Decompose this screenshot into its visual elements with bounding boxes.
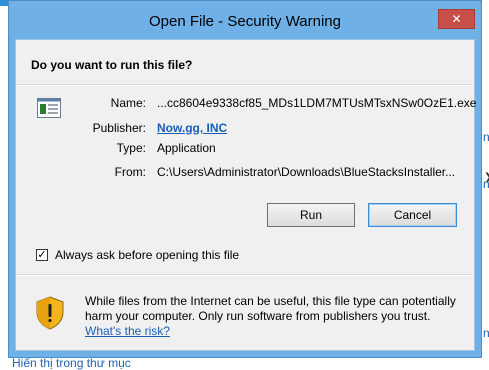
file-name-row: Name: ...cc8604e9338cf85_MDs1LDM7MTUsMTs… (16, 96, 477, 112)
security-warning-dialog: Open File - Security Warning ✕ Do you wa… (8, 0, 482, 358)
file-name-value: ...cc8604e9338cf85_MDs1LDM7MTUsMTsxNSw0O… (157, 96, 477, 110)
close-icon: ✕ (451, 12, 462, 26)
type-label: Type: (116, 141, 146, 155)
background-link-fragment: n (483, 326, 489, 340)
divider (16, 274, 474, 276)
run-button[interactable]: Run (267, 203, 355, 227)
always-ask-checkbox[interactable]: ✓ (36, 249, 48, 261)
always-ask-label[interactable]: Always ask before opening this file (55, 248, 239, 262)
background-link-fragment: n (483, 130, 489, 144)
cancel-button[interactable]: Cancel (368, 203, 457, 227)
whats-the-risk-link[interactable]: What's the risk? (85, 324, 170, 338)
dialog-titlebar[interactable]: Open File - Security Warning ✕ (9, 1, 481, 41)
file-name-label: Name: (110, 96, 146, 110)
publisher-row: Publisher: Now.gg, INC (16, 121, 474, 137)
security-shield-icon (36, 296, 64, 330)
dialog-question: Do you want to run this file? (31, 58, 193, 72)
dialog-title: Open File - Security Warning (148, 13, 341, 30)
from-row: From: C:\Users\Administrator\Downloads\B… (16, 165, 474, 181)
divider (16, 84, 474, 86)
background-link-fragment: n (483, 177, 489, 191)
from-value: C:\Users\Administrator\Downloads\BlueSta… (157, 165, 456, 179)
warning-message: While files from the Internet can be use… (85, 294, 465, 339)
background-show-in-folder-link[interactable]: Hiển thị trong thư mục (12, 356, 131, 370)
warning-text: While files from the Internet can be use… (85, 294, 456, 323)
type-value: Application (157, 141, 216, 155)
publisher-link[interactable]: Now.gg, INC (157, 121, 227, 135)
dialog-body: Do you want to run this file? Name: ...c… (15, 39, 477, 351)
from-label: From: (114, 165, 146, 179)
close-button[interactable]: ✕ (438, 9, 475, 29)
type-row: Type: Application (16, 141, 474, 157)
publisher-label: Publisher: (92, 121, 146, 135)
